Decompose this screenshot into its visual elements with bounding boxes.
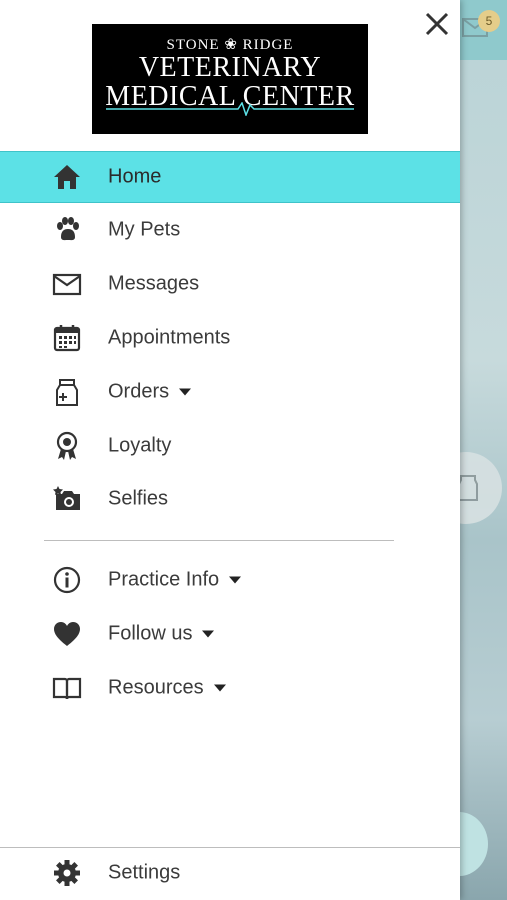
paw-icon: [57, 217, 79, 241]
nav-item-practice-info[interactable]: Practice Info: [0, 553, 460, 607]
gear-icon: [54, 860, 80, 886]
nav-item-loyalty[interactable]: Loyalty: [0, 419, 460, 473]
nav-item-follow-us[interactable]: Follow us: [0, 607, 460, 661]
floating-action-button[interactable]: [460, 812, 488, 876]
nav-item-label: Follow us: [108, 623, 215, 646]
nav-item-resources[interactable]: Resources: [0, 661, 460, 715]
nav-item-selfies[interactable]: Selfies: [0, 472, 460, 526]
navigation-drawer: STONE ❀ RIDGE VETERINARY MEDICAL CENTER …: [0, 0, 460, 900]
nav-item-my-pets[interactable]: My Pets: [0, 203, 460, 257]
chevron-down-icon: [202, 630, 215, 638]
nav-item-label: Practice Info: [108, 569, 242, 592]
menu-divider: [44, 540, 394, 541]
logo-line-2: VETERINARY: [138, 52, 322, 83]
nav-item-orders[interactable]: Orders: [0, 365, 460, 419]
food-bag-icon: [56, 379, 78, 406]
award-ribbon-icon: [56, 431, 78, 460]
clinic-logo: STONE ❀ RIDGE VETERINARY MEDICAL CENTER: [92, 24, 368, 134]
heartbeat-line-icon: [106, 102, 354, 116]
nav-item-messages[interactable]: Messages: [0, 257, 460, 311]
nav-item-label: My Pets: [108, 218, 181, 241]
chevron-down-icon: [179, 388, 192, 396]
calendar-icon: [53, 325, 81, 352]
food-bag-icon: [460, 475, 478, 501]
notification-badge: 5: [478, 10, 500, 32]
nav-item-label: Loyalty: [108, 434, 172, 457]
envelope-icon: [52, 273, 82, 296]
close-icon[interactable]: [421, 8, 453, 40]
heart-icon: [54, 622, 80, 646]
nav-item-label: Appointments: [108, 326, 231, 349]
nav-item-label: Home: [108, 165, 162, 188]
nav-item-home[interactable]: Home: [0, 151, 460, 203]
camera-icon: [53, 486, 80, 510]
info-icon: [53, 566, 81, 594]
chevron-down-icon: [213, 684, 226, 692]
nav-item-settings[interactable]: Settings: [0, 846, 460, 900]
nav-item-label: Resources: [108, 677, 226, 700]
background-app: 5: [460, 0, 507, 900]
nav-item-label: Messages: [108, 272, 200, 295]
nav-item-label: Orders: [108, 381, 192, 404]
home-icon: [54, 165, 80, 189]
background-orders-button[interactable]: [460, 452, 502, 524]
nav-item-appointments[interactable]: Appointments: [0, 311, 460, 365]
chevron-down-icon: [229, 576, 242, 584]
nav-item-label: Selfies: [108, 487, 169, 510]
book-icon: [52, 677, 82, 700]
nav-item-label: Settings: [108, 861, 181, 884]
